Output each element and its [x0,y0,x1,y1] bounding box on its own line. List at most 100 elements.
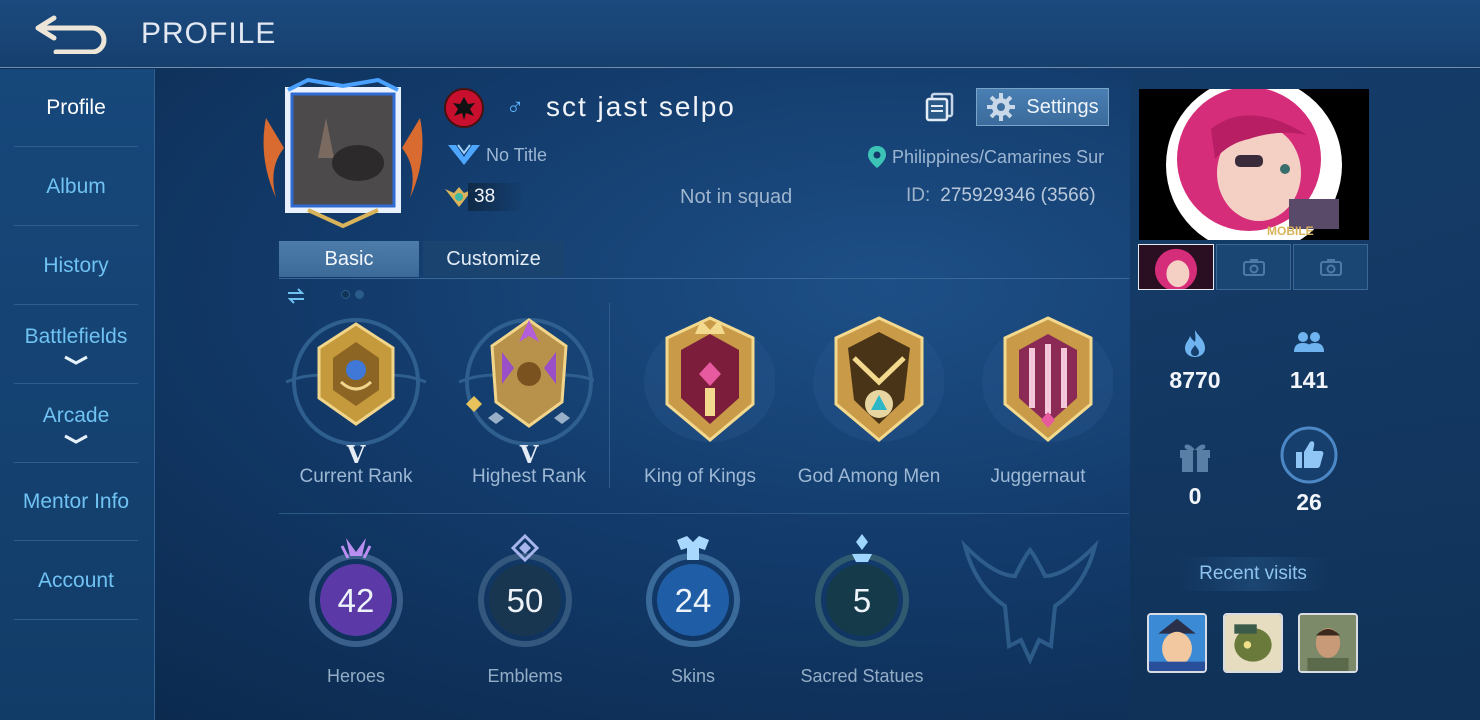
stat-skins[interactable]: 24 Skins [623,532,763,692]
page-dot-active [355,290,364,299]
followers-value: 141 [1289,367,1329,393]
section-divider [279,513,1129,514]
player-id: ID: 275929346 (3566) [906,185,1096,207]
id-value: 275929346 (3566) [940,185,1096,206]
settings-label: Settings [1026,95,1099,118]
sidebar-item-label: Battlefields [24,324,128,348]
king-of-kings-medal-icon [644,316,775,442]
badge-label: Juggernaut [990,466,1086,487]
camera-icon [1242,259,1265,276]
badge-label: Current Rank [299,466,413,487]
likes-stat[interactable]: 26 [1264,426,1354,516]
portrait-thumbnail-selected[interactable] [1138,244,1214,290]
page-dot [341,290,350,299]
popularity-stat[interactable]: 8770 [1150,328,1240,394]
badge-label: King of Kings [644,466,756,487]
stat-value: 50 [506,582,544,619]
visitor-avatar[interactable] [1223,613,1283,673]
gifts-stat[interactable]: 0 [1150,438,1240,510]
badge-label: Highest Rank [471,466,587,487]
visitor-avatar[interactable] [1147,613,1207,673]
sidebar-item-album[interactable]: Album [14,148,138,226]
visitor-avatar[interactable] [1298,613,1358,673]
svg-text:MOBILE: MOBILE [1267,224,1314,238]
gender-icon: ♂ [506,94,524,121]
thumbs-up-icon[interactable] [1280,426,1338,484]
rank-tier: V [346,440,366,469]
sidebar-item-label: Profile [46,95,106,119]
page-indicator [341,290,364,299]
title-emblem-icon [448,144,480,165]
level-value: 38 [468,183,524,211]
player-avatar[interactable] [258,78,428,228]
location-text: Philippines/Camarines Sur [892,146,1105,167]
sidebar-item-label: Mentor Info [22,489,130,513]
stat-heroes[interactable]: 42 Heroes [286,532,426,692]
hero-portrait[interactable]: MOBILE [1139,89,1369,240]
add-photo-slot[interactable] [1216,244,1291,290]
sidebar-item-battlefields[interactable]: Battlefields [14,306,138,384]
stat-emblems[interactable]: 50 Emblems [455,532,595,692]
badge-label: God Among Men [797,466,941,487]
sidebar-item-label: Account [38,568,114,592]
squad-status[interactable]: Not in squad [680,186,792,209]
locked-statue-silhouette-icon [961,539,1099,665]
sidebar-item-account[interactable]: Account [14,542,138,620]
chevron-down-icon [64,355,88,365]
sidebar-item-mentor-info[interactable]: Mentor Info [14,463,138,541]
stat-label: Skins [670,666,715,686]
top-bar: PROFILE [0,0,1480,68]
tab-customize[interactable]: Customize [423,241,564,277]
back-arrow-icon[interactable] [34,12,110,54]
followers-stat[interactable]: 141 [1264,328,1354,394]
badge-highest-rank[interactable]: V Highest Rank [434,312,604,492]
tab-divider [279,278,1129,279]
chevron-down-icon [64,434,88,444]
sidebar-item-label: Arcade [42,403,110,427]
followers-icon [1294,332,1324,352]
player-level: 38 [444,183,524,211]
page-title: PROFILE [141,17,277,50]
rank-tier: V [519,440,539,469]
badge-king-of-kings[interactable]: King of Kings [615,312,785,492]
stat-sacred-statues[interactable]: 5 Sacred Statues [792,532,932,692]
stat-value: 24 [674,582,712,619]
country-flag-icon [444,88,484,128]
recent-visits-title: Recent visits [1178,557,1328,591]
player-name: sct jast selpo [546,91,736,122]
player-title-text: No Title [486,144,548,165]
flame-icon [1185,330,1205,357]
gifts-value: 0 [1188,483,1202,509]
tab-basic[interactable]: Basic [279,241,419,277]
stat-value: 42 [337,582,375,619]
badge-current-rank[interactable]: V Current Rank [271,312,441,492]
add-photo-slot[interactable] [1293,244,1368,290]
popularity-value: 8770 [1169,367,1221,393]
camera-icon [1319,259,1342,276]
gift-icon [1180,444,1210,472]
location[interactable]: Philippines/Camarines Sur [866,145,1104,169]
cards-icon[interactable] [924,92,956,122]
badge-divider [609,303,610,488]
sidebar-item-label: History [43,253,109,277]
stat-label: Sacred Statues [800,666,924,686]
rank-emblem-icon [458,318,594,446]
stat-label: Heroes [326,666,386,686]
location-pin-icon [868,146,886,168]
sidebar-item-profile[interactable]: Profile [14,69,138,147]
id-label: ID: [906,185,931,206]
sidebar-item-label: Album [46,174,106,198]
badge-juggernaut[interactable]: Juggernaut [953,312,1123,492]
badge-god-among-men[interactable]: God Among Men [784,312,954,492]
swap-icon[interactable] [286,288,306,304]
sidebar-item-arcade[interactable]: Arcade [14,385,138,463]
rank-emblem-icon [285,318,427,446]
player-title[interactable]: No Title [446,143,547,167]
sidebar-item-history[interactable]: History [14,227,138,305]
settings-button[interactable]: Settings [976,88,1109,126]
god-among-men-medal-icon [813,316,944,442]
juggernaut-medal-icon [982,316,1113,442]
likes-value: 26 [1296,489,1322,515]
gear-icon [987,93,1016,121]
sidebar: Profile Album History Battlefields Arcad… [0,69,155,720]
